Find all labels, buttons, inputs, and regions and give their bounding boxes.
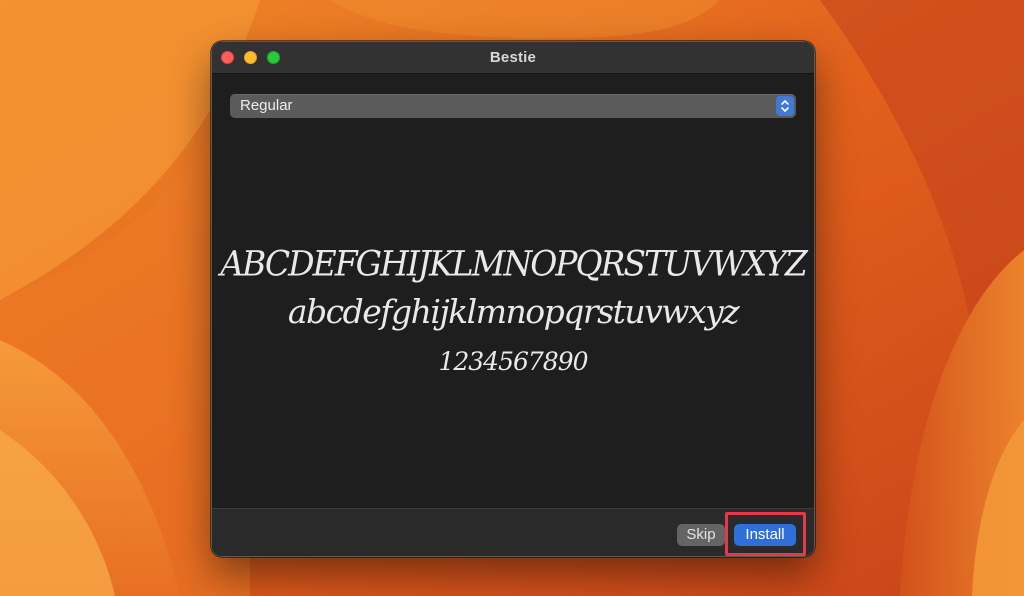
font-style-select[interactable]: Regular xyxy=(230,94,796,118)
font-style-selected-value: Regular xyxy=(240,97,293,114)
font-preview-window: Bestie Regular ABCDEFGHIJKLMNOPQRSTUVWXY… xyxy=(211,41,815,557)
chevron-up-down-icon xyxy=(776,96,794,116)
skip-button[interactable]: Skip xyxy=(677,524,725,546)
preview-uppercase: ABCDEFGHIJKLMNOPQRSTUVWXYZ xyxy=(220,243,808,284)
window-footer: Skip Install xyxy=(212,508,814,556)
title-bar[interactable]: Bestie xyxy=(212,42,814,74)
preview-digits: 1234567890 xyxy=(438,347,588,376)
window-title: Bestie xyxy=(489,49,537,66)
preview-lowercase: abcdefghijklmnopqrstuvwxyz xyxy=(287,292,740,331)
install-highlight-box xyxy=(725,512,806,556)
